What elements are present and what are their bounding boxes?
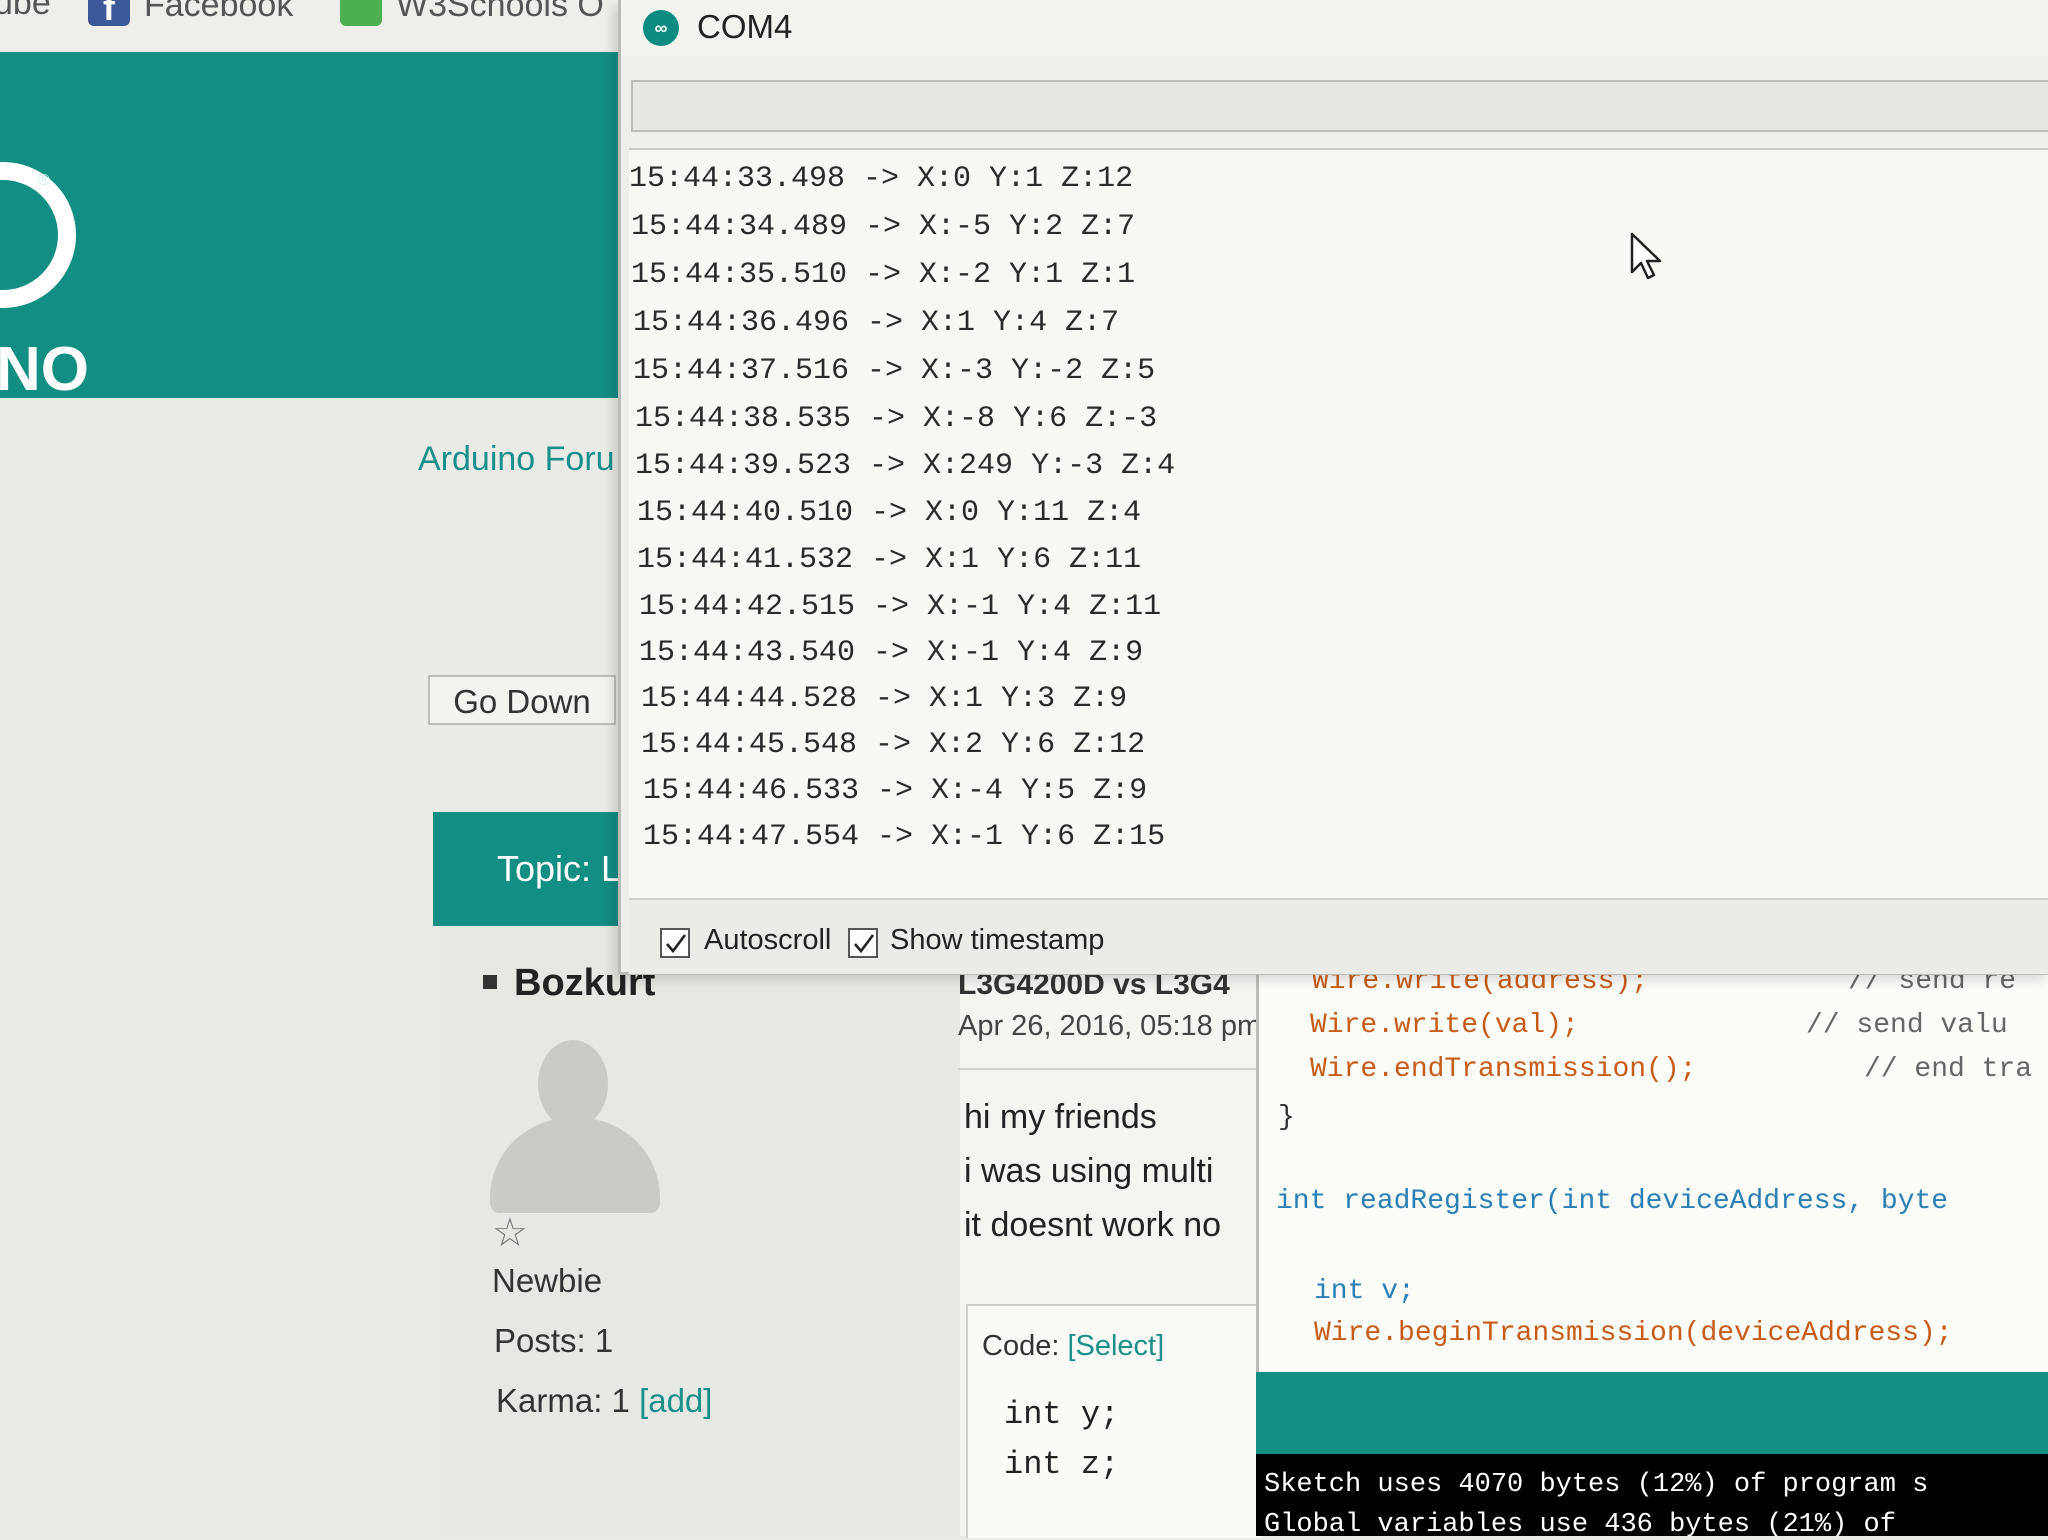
logo-text: NO <box>0 335 89 404</box>
serial-send-input[interactable] <box>631 80 2048 132</box>
post-divider <box>958 1068 1258 1070</box>
post-text-line: it doesnt work no <box>964 1206 1222 1244</box>
forum-banner: ® NO <box>0 52 680 404</box>
output-line: 15:44:34.489 -> X:-5 Y:2 Z:7 <box>631 210 1136 244</box>
arduino-icon: ∞ <box>643 10 679 46</box>
registered-mark: ® <box>38 172 50 189</box>
output-line: 15:44:36.496 -> X:1 Y:4 Z:7 <box>633 306 1120 340</box>
output-line: 15:44:38.535 -> X:-8 Y:6 Z:-3 <box>635 402 1158 436</box>
bookmark-facebook[interactable]: f Facebook <box>88 0 293 28</box>
output-line: 15:44:40.510 -> X:0 Y:11 Z:4 <box>637 496 1142 530</box>
avatar <box>490 1040 660 1213</box>
bookmark-youtube[interactable]: ube <box>0 0 51 23</box>
output-line: 15:44:45.548 -> X:2 Y:6 Z:12 <box>641 728 1146 762</box>
editor-line: Wire.beginTransmission(deviceAddress); <box>1314 1318 1953 1349</box>
ide-status-bar <box>1256 1372 2048 1454</box>
output-line: 15:44:41.532 -> X:1 Y:6 Z:11 <box>637 543 1142 577</box>
console-line: Sketch uses 4070 bytes (12%) of program … <box>1264 1470 1929 1500</box>
breadcrumb[interactable]: Arduino Foru <box>418 440 615 479</box>
editor-comment: // end tra <box>1864 1054 2033 1085</box>
serial-options-bar <box>629 898 2048 974</box>
post-date: Apr 26, 2016, 05:18 pm <box>958 1010 1262 1042</box>
output-line: 15:44:39.523 -> X:249 Y:-3 Z:4 <box>635 449 1176 483</box>
online-status-icon <box>483 975 497 989</box>
star-icon: ☆ <box>492 1211 528 1255</box>
output-line: 15:44:44.528 -> X:1 Y:3 Z:9 <box>641 682 1128 716</box>
bookmark-w3schools[interactable]: W3Schools O <box>340 0 604 26</box>
editor-line: int readRegister(int deviceAddress, byte <box>1276 1186 1949 1217</box>
autoscroll-label[interactable]: Autoscroll <box>704 924 831 957</box>
karma-value: Karma: 1 <box>496 1382 630 1419</box>
karma-add-link[interactable]: [add] <box>639 1382 712 1419</box>
serial-monitor-window: ∞ COM4 15:44:33.498 -> X:0 Y:1 Z:12 15:4… <box>618 0 2048 975</box>
code-line: int z; <box>1004 1446 1120 1483</box>
window-title: COM4 <box>697 8 793 45</box>
output-line: 15:44:42.515 -> X:-1 Y:4 Z:11 <box>639 590 1162 624</box>
show-timestamp-checkbox[interactable] <box>848 928 878 958</box>
user-karma: Karma: 1 [add] <box>496 1382 712 1420</box>
editor-line: Wire.write(val); <box>1310 1010 1579 1041</box>
editor-comment: // send valu <box>1806 1010 2008 1041</box>
code-header: Code: [Select] <box>982 1330 1164 1363</box>
user-posts: Posts: 1 <box>494 1322 614 1359</box>
checkmark-icon <box>666 934 687 954</box>
mouse-cursor-icon <box>1630 232 1662 280</box>
checkmark-icon <box>854 934 875 954</box>
output-line: 15:44:46.533 -> X:-4 Y:5 Z:9 <box>643 774 1148 808</box>
output-line: 15:44:35.510 -> X:-2 Y:1 Z:1 <box>631 258 1136 292</box>
w3schools-icon <box>340 0 382 26</box>
output-line: 15:44:47.554 -> X:-1 Y:6 Z:15 <box>643 820 1166 854</box>
window-title-bar[interactable]: ∞ COM4 <box>621 0 2048 56</box>
autoscroll-checkbox[interactable] <box>660 928 690 958</box>
editor-line: } <box>1278 1102 1295 1133</box>
output-line: 15:44:37.516 -> X:-3 Y:-2 Z:5 <box>633 354 1156 388</box>
post-text-line: i was using multi <box>964 1152 1214 1190</box>
code-select-link[interactable]: [Select] <box>1067 1330 1164 1362</box>
avatar-head <box>538 1040 608 1128</box>
facebook-icon: f <box>88 0 130 28</box>
code-line: int y; <box>1004 1396 1120 1433</box>
editor-line: int v; <box>1314 1276 1415 1307</box>
avatar-body <box>490 1118 660 1213</box>
show-timestamp-label[interactable]: Show timestamp <box>890 924 1104 957</box>
code-label: Code: <box>982 1330 1060 1362</box>
editor-line: Wire.endTransmission(); <box>1310 1054 1697 1085</box>
post-text-line: hi my friends <box>964 1098 1157 1136</box>
go-down-button[interactable]: Go Down <box>428 675 616 725</box>
topic-title: Topic: L <box>497 848 622 889</box>
serial-output[interactable]: 15:44:33.498 -> X:0 Y:1 Z:12 15:44:34.48… <box>629 148 2048 898</box>
user-rank: Newbie <box>492 1262 603 1299</box>
output-line: 15:44:43.540 -> X:-1 Y:4 Z:9 <box>639 636 1144 670</box>
output-line: 15:44:33.498 -> X:0 Y:1 Z:12 <box>629 162 1134 196</box>
